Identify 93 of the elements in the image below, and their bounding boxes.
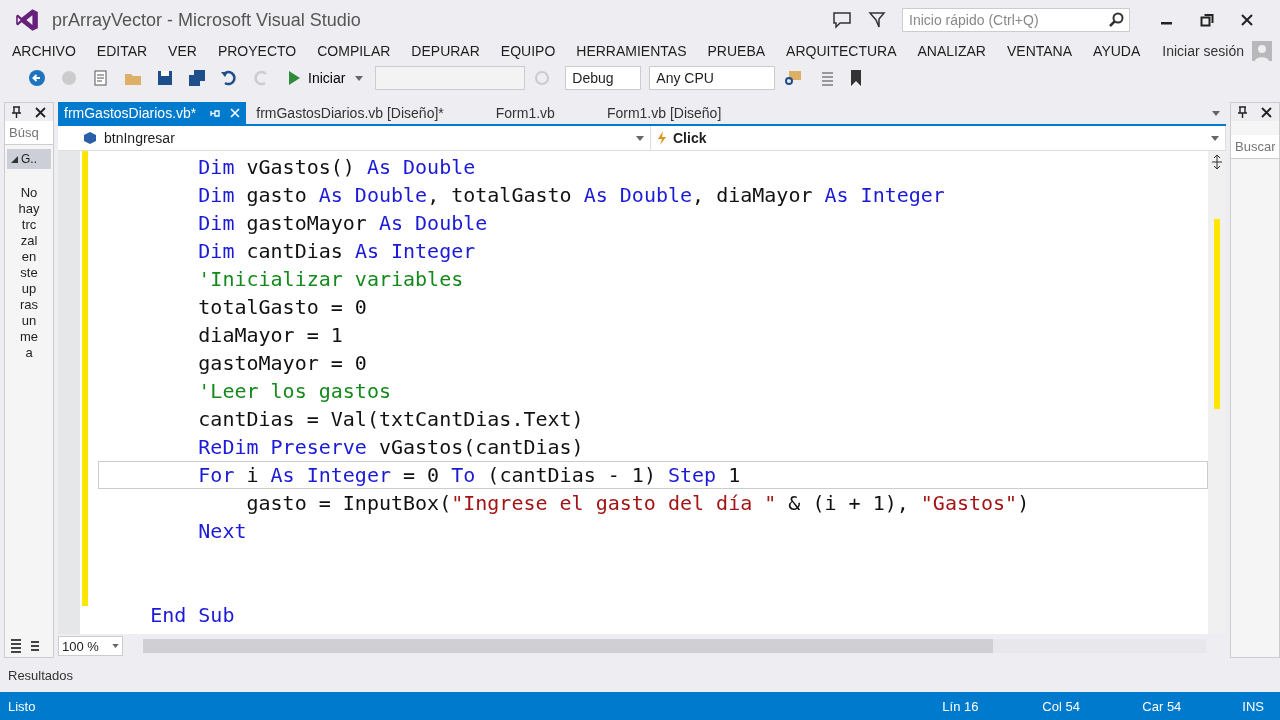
insert-mode-indicator: INS: [1242, 698, 1265, 714]
output-tab[interactable]: Resultados: [8, 667, 74, 683]
document-tab[interactable]: Form1.vb [Diseño]: [600, 102, 728, 124]
document-tab[interactable]: Form1.vb: [489, 102, 561, 124]
document-tab[interactable]: frmGastosDiarios.vb [Diseño]*: [250, 102, 450, 124]
toolbox-group[interactable]: G..: [7, 149, 51, 169]
code-line: diaMayor = 1: [197, 323, 343, 347]
line-indicator: Lín 16: [942, 698, 980, 714]
code-line: End Sub: [149, 603, 235, 627]
code-line: 'Inicializar variables: [197, 267, 464, 291]
quick-launch-field[interactable]: Inicio rápido (Ctrl+Q): [902, 8, 1130, 32]
code-line: Dim gasto As Double, totalGasto As Double, diaMayor As Integer: [197, 183, 945, 207]
code-line: For i As Integer = 0 To (cantDias - 1) Step 1: [197, 463, 741, 487]
code-line: gastoMayor = 0: [197, 351, 367, 375]
menu-item[interactable]: ARQUITECTURA: [786, 43, 897, 59]
menu-item[interactable]: VENTANA: [1007, 43, 1073, 59]
code-line: Dim vGastos() As Double: [197, 155, 476, 179]
close-icon[interactable]: [1240, 13, 1254, 27]
caret-icon[interactable]: [1212, 111, 1220, 116]
undo-icon[interactable]: [220, 69, 238, 87]
code-line: Dim cantDias As Integer: [197, 239, 476, 263]
split-icon[interactable]: [1212, 155, 1222, 169]
caret-icon: [112, 644, 119, 648]
platform-combo[interactable]: Any CPU: [649, 66, 776, 90]
empty-group-message: en: [21, 249, 37, 265]
close-icon: [230, 108, 241, 118]
pin-icon[interactable]: [1238, 106, 1247, 118]
lightning-icon: [657, 131, 667, 145]
back-icon[interactable]: [28, 69, 46, 87]
column-indicator: Col 54: [1042, 698, 1081, 714]
toolbox-search-field[interactable]: Búsq: [5, 121, 53, 145]
empty-group-message: trc: [21, 217, 37, 233]
menu-item[interactable]: DEPURAR: [411, 43, 480, 59]
empty-group-message: ste: [20, 265, 38, 281]
pin-icon: [210, 108, 221, 118]
restore-icon[interactable]: [1200, 13, 1214, 27]
code-line: gasto = InputBox("Ingrese el gasto del día " & (i + 1), "Gastos"): [245, 491, 1030, 515]
caret-icon: [636, 135, 644, 141]
code-line: totalGasto = 0: [197, 295, 367, 319]
cube-icon: [82, 131, 98, 145]
close-icon[interactable]: [1261, 106, 1272, 118]
code-line: ReDim Preserve vGastos(cantDias): [197, 435, 584, 459]
empty-group-message: zal: [20, 233, 38, 249]
code-line: Next: [197, 519, 247, 543]
configuration-combo[interactable]: Debug: [565, 66, 642, 90]
list-view-icon[interactable]: [31, 639, 39, 653]
menu-item[interactable]: COMPILAR: [317, 43, 391, 59]
empty-group-message: a: [25, 345, 33, 361]
menu-item[interactable]: PRUEBA: [707, 43, 766, 59]
list-view-icon[interactable]: [11, 639, 21, 653]
caret-icon: [1211, 135, 1219, 141]
pin-icon[interactable]: [12, 106, 21, 118]
play-icon: [288, 71, 300, 85]
empty-group-message: No: [20, 185, 38, 201]
code-line: 'Leer los gastos: [197, 379, 391, 403]
empty-group-message: up: [21, 281, 37, 297]
new-item-icon[interactable]: [92, 69, 110, 87]
menu-item[interactable]: VER: [168, 43, 197, 59]
caret-icon: [355, 75, 364, 81]
empty-group-message: hay: [18, 201, 40, 217]
solution-search-field[interactable]: Buscar: [1231, 135, 1279, 159]
empty-group-message: ras: [19, 297, 39, 313]
empty-group-message: un: [21, 313, 37, 329]
menu-item[interactable]: ARCHIVO: [12, 43, 76, 59]
filter-icon[interactable]: [868, 11, 886, 29]
menu-item[interactable]: AYUDA: [1093, 43, 1141, 59]
char-indicator: Car 54: [1142, 698, 1183, 714]
menu-item[interactable]: EDITAR: [96, 43, 148, 59]
start-button[interactable]: Iniciar: [284, 70, 368, 86]
object-dropdown[interactable]: btnIngresar: [58, 126, 651, 150]
menu-item[interactable]: EQUIPO: [500, 43, 556, 59]
menu-item[interactable]: HERRAMIENTAS: [576, 43, 687, 59]
expanded-triangle-icon: [11, 155, 18, 163]
menu-item[interactable]: ANALIZAR: [917, 43, 986, 59]
search-icon: [1108, 12, 1124, 28]
visual-studio-logo: [14, 7, 40, 33]
feedback-icon[interactable]: [832, 11, 852, 29]
close-icon[interactable]: [35, 106, 46, 118]
menu-item[interactable]: PROYECTO: [217, 43, 297, 59]
document-tab[interactable]: frmGastosDiarios.vb*: [58, 102, 247, 124]
empty-group-message: me: [19, 329, 39, 345]
save-all-icon[interactable]: [188, 69, 206, 87]
window-title: prArrayVector - Microsoft Visual Studio: [52, 9, 361, 31]
code-line: cantDias = Val(txtCantDias.Text): [197, 407, 584, 431]
bookmark-icon[interactable]: [849, 69, 864, 87]
status-message: Listo: [8, 698, 36, 714]
find-icon[interactable]: [783, 69, 804, 87]
zoom-combo[interactable]: 100 %: [58, 636, 123, 656]
sign-in-link[interactable]: Iniciar sesión: [1162, 43, 1244, 59]
code-line: Dim gastoMayor As Double: [197, 211, 488, 235]
save-icon[interactable]: [156, 69, 174, 87]
horizontal-scrollbar[interactable]: [143, 639, 1206, 653]
member-dropdown[interactable]: Click: [651, 126, 1226, 150]
